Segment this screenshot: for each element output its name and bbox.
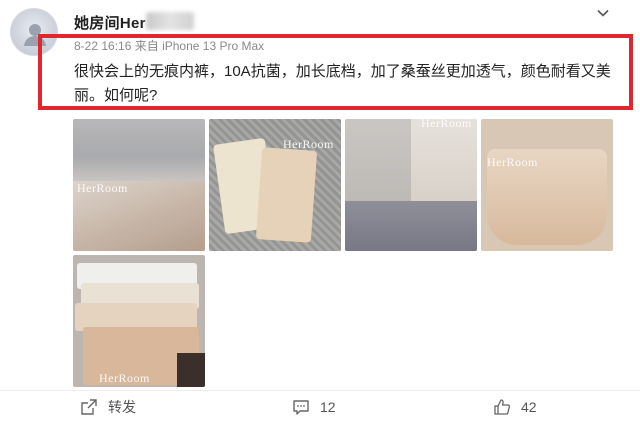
comment-count: 12: [320, 399, 336, 415]
chevron-down-icon[interactable]: [596, 6, 610, 20]
watermark: HerRoom: [487, 155, 538, 169]
divider: [0, 390, 640, 391]
fabric-swatch: [255, 147, 318, 243]
post-image-5[interactable]: HerRoom: [73, 255, 205, 387]
repost-button[interactable]: 转发: [80, 397, 136, 417]
thumbs-up-icon: [494, 399, 511, 415]
like-button[interactable]: 42: [493, 397, 537, 417]
comment-button[interactable]: 12: [292, 397, 336, 417]
author-name[interactable]: 她房间Her: [74, 12, 146, 33]
post-image-3[interactable]: HerRoom: [345, 119, 477, 251]
post-image-4[interactable]: HerRoom: [481, 119, 613, 251]
post-image-1[interactable]: HerRoom: [73, 119, 205, 251]
comment-icon: [293, 400, 309, 415]
repost-label: 转发: [108, 399, 136, 415]
like-count: 42: [521, 399, 537, 415]
fabric-swatch: [73, 119, 205, 181]
watermark: HerRoom: [283, 137, 334, 151]
watermark: HerRoom: [421, 119, 472, 130]
highlight-box: [38, 34, 633, 110]
share-icon: [81, 399, 97, 415]
post-image-2[interactable]: HerRoom: [209, 119, 341, 251]
watermark: HerRoom: [99, 371, 150, 385]
fabric-swatch: [345, 201, 477, 251]
blurred-name-mask: [146, 12, 194, 30]
dark-object: [177, 353, 205, 387]
watermark: HerRoom: [77, 181, 128, 195]
